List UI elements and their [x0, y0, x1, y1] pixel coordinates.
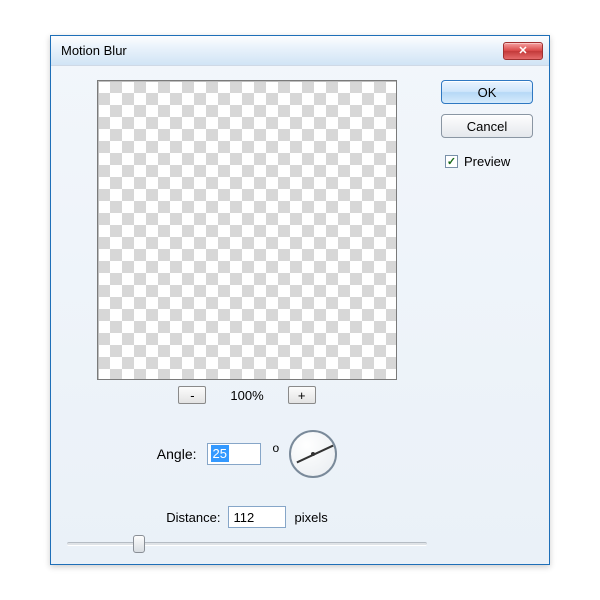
degree-symbol: o	[273, 441, 280, 455]
preview-toggle-row: ✓ Preview	[441, 154, 533, 169]
angle-label: Angle:	[157, 446, 197, 462]
right-column: OK Cancel ✓ Preview	[441, 80, 533, 546]
dialog-body: - 100% + Angle: 25 o Distance: pixels	[51, 66, 549, 564]
zoom-out-button[interactable]: -	[178, 386, 206, 404]
distance-row: Distance: pixels	[166, 506, 327, 528]
angle-input-wrap: 25	[207, 443, 261, 465]
motion-blur-dialog: Motion Blur ✕ - 100% + Angle: 25 o	[50, 35, 550, 565]
check-icon: ✓	[447, 155, 456, 168]
angle-dial[interactable]	[289, 430, 337, 478]
angle-row: Angle: 25 o	[157, 430, 337, 478]
angle-input[interactable]: 25	[207, 443, 261, 465]
close-button[interactable]: ✕	[503, 42, 543, 60]
preview-checkbox[interactable]: ✓	[445, 155, 458, 168]
ok-button[interactable]: OK	[441, 80, 533, 104]
dialog-title: Motion Blur	[61, 43, 127, 58]
distance-label: Distance:	[166, 510, 220, 525]
cancel-button[interactable]: Cancel	[441, 114, 533, 138]
slider-thumb[interactable]	[133, 535, 145, 553]
ok-label: OK	[478, 85, 497, 100]
zoom-level: 100%	[230, 388, 263, 403]
distance-slider[interactable]	[67, 542, 427, 546]
left-column: - 100% + Angle: 25 o Distance: pixels	[67, 80, 427, 546]
titlebar[interactable]: Motion Blur ✕	[51, 36, 549, 66]
minus-icon: -	[190, 389, 194, 402]
preview-label: Preview	[464, 154, 510, 169]
zoom-controls: - 100% +	[178, 386, 315, 404]
distance-unit: pixels	[294, 510, 327, 525]
zoom-in-button[interactable]: +	[288, 386, 316, 404]
preview-canvas[interactable]	[97, 80, 397, 380]
distance-input[interactable]	[228, 506, 286, 528]
cancel-label: Cancel	[467, 119, 507, 134]
plus-icon: +	[298, 389, 306, 402]
close-icon: ✕	[518, 44, 527, 57]
angle-value: 25	[211, 445, 229, 462]
